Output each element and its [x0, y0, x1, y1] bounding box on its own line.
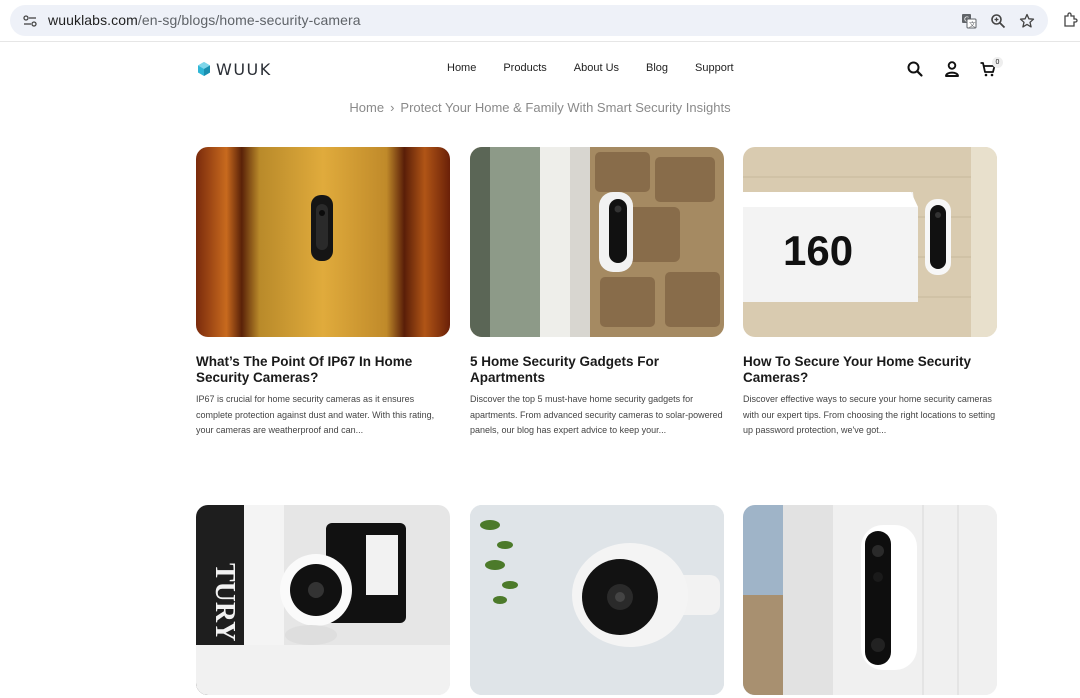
extensions-icon[interactable]: [1062, 12, 1078, 28]
blog-card-title[interactable]: What’s The Point Of IP67 In Home Securit…: [196, 354, 450, 386]
url-text: wuuklabs.com/en-sg/blogs/home-security-c…: [48, 12, 361, 28]
breadcrumb-current: Protect Your Home & Family With Smart Se…: [400, 100, 731, 115]
nav-home[interactable]: Home: [447, 62, 476, 74]
nav-about-us[interactable]: About Us: [574, 62, 619, 74]
breadcrumb: Home › Protect Your Home & Family With Sma…: [0, 100, 1080, 115]
blog-card-title[interactable]: How To Secure Your Home Security Cameras…: [743, 354, 997, 386]
main-nav: Home Products About Us Blog Support: [447, 62, 761, 74]
nav-blog[interactable]: Blog: [646, 62, 668, 74]
blog-card: What’s The Point Of IP67 In Home Securit…: [196, 147, 450, 439]
breadcrumb-home[interactable]: Home: [349, 100, 384, 115]
url-path: /en-sg/blogs/home-security-camera: [137, 12, 361, 28]
site-logo[interactable]: WUUK: [196, 59, 272, 79]
logo-wordmark: WUUK: [216, 59, 272, 79]
blog-card: [743, 505, 997, 695]
blog-card-image[interactable]: [196, 147, 450, 337]
blog-card-excerpt: Discover the top 5 must-have home securi…: [470, 394, 723, 435]
nav-support[interactable]: Support: [695, 62, 734, 74]
book-spine-text: TURY: [209, 563, 240, 641]
url-domain: wuuklabs.com: [48, 12, 138, 28]
cart-count-badge: 0: [992, 57, 1003, 68]
site-info-icon[interactable]: [22, 13, 38, 29]
account-icon[interactable]: [943, 60, 961, 78]
blog-card-image[interactable]: [470, 505, 724, 695]
nav-products[interactable]: Products: [503, 62, 546, 74]
blog-card-excerpt: Discover effective ways to secure your h…: [743, 394, 996, 435]
blog-card: 160 How To Secure Your Home Security Cam…: [743, 147, 997, 439]
browser-toolbar: wuuklabs.com/en-sg/blogs/home-security-c…: [0, 0, 1080, 42]
blog-card-image[interactable]: TURY: [196, 505, 450, 695]
house-number-text: 160: [783, 227, 853, 274]
blog-card-image[interactable]: 160: [743, 147, 997, 337]
breadcrumb-separator: ›: [390, 100, 395, 115]
bookmark-star-icon[interactable]: [1019, 13, 1035, 29]
blog-card-title[interactable]: 5 Home Security Gadgets For Apartments: [470, 354, 724, 386]
logo-cube-icon: [198, 62, 210, 76]
blog-card-image[interactable]: [743, 505, 997, 695]
blog-card-excerpt: IP67 is crucial for home security camera…: [196, 394, 435, 435]
blog-card-image[interactable]: [470, 147, 724, 337]
zoom-icon[interactable]: [990, 13, 1006, 29]
blog-card: [470, 505, 724, 695]
search-icon[interactable]: [906, 60, 924, 78]
blog-card: 5 Home Security Gadgets For Apartments D…: [470, 147, 724, 439]
blog-card: TURY: [196, 505, 450, 695]
translate-icon[interactable]: G文: [961, 13, 977, 29]
address-bar[interactable]: wuuklabs.com/en-sg/blogs/home-security-c…: [10, 5, 1048, 36]
svg-text:文: 文: [969, 20, 976, 29]
